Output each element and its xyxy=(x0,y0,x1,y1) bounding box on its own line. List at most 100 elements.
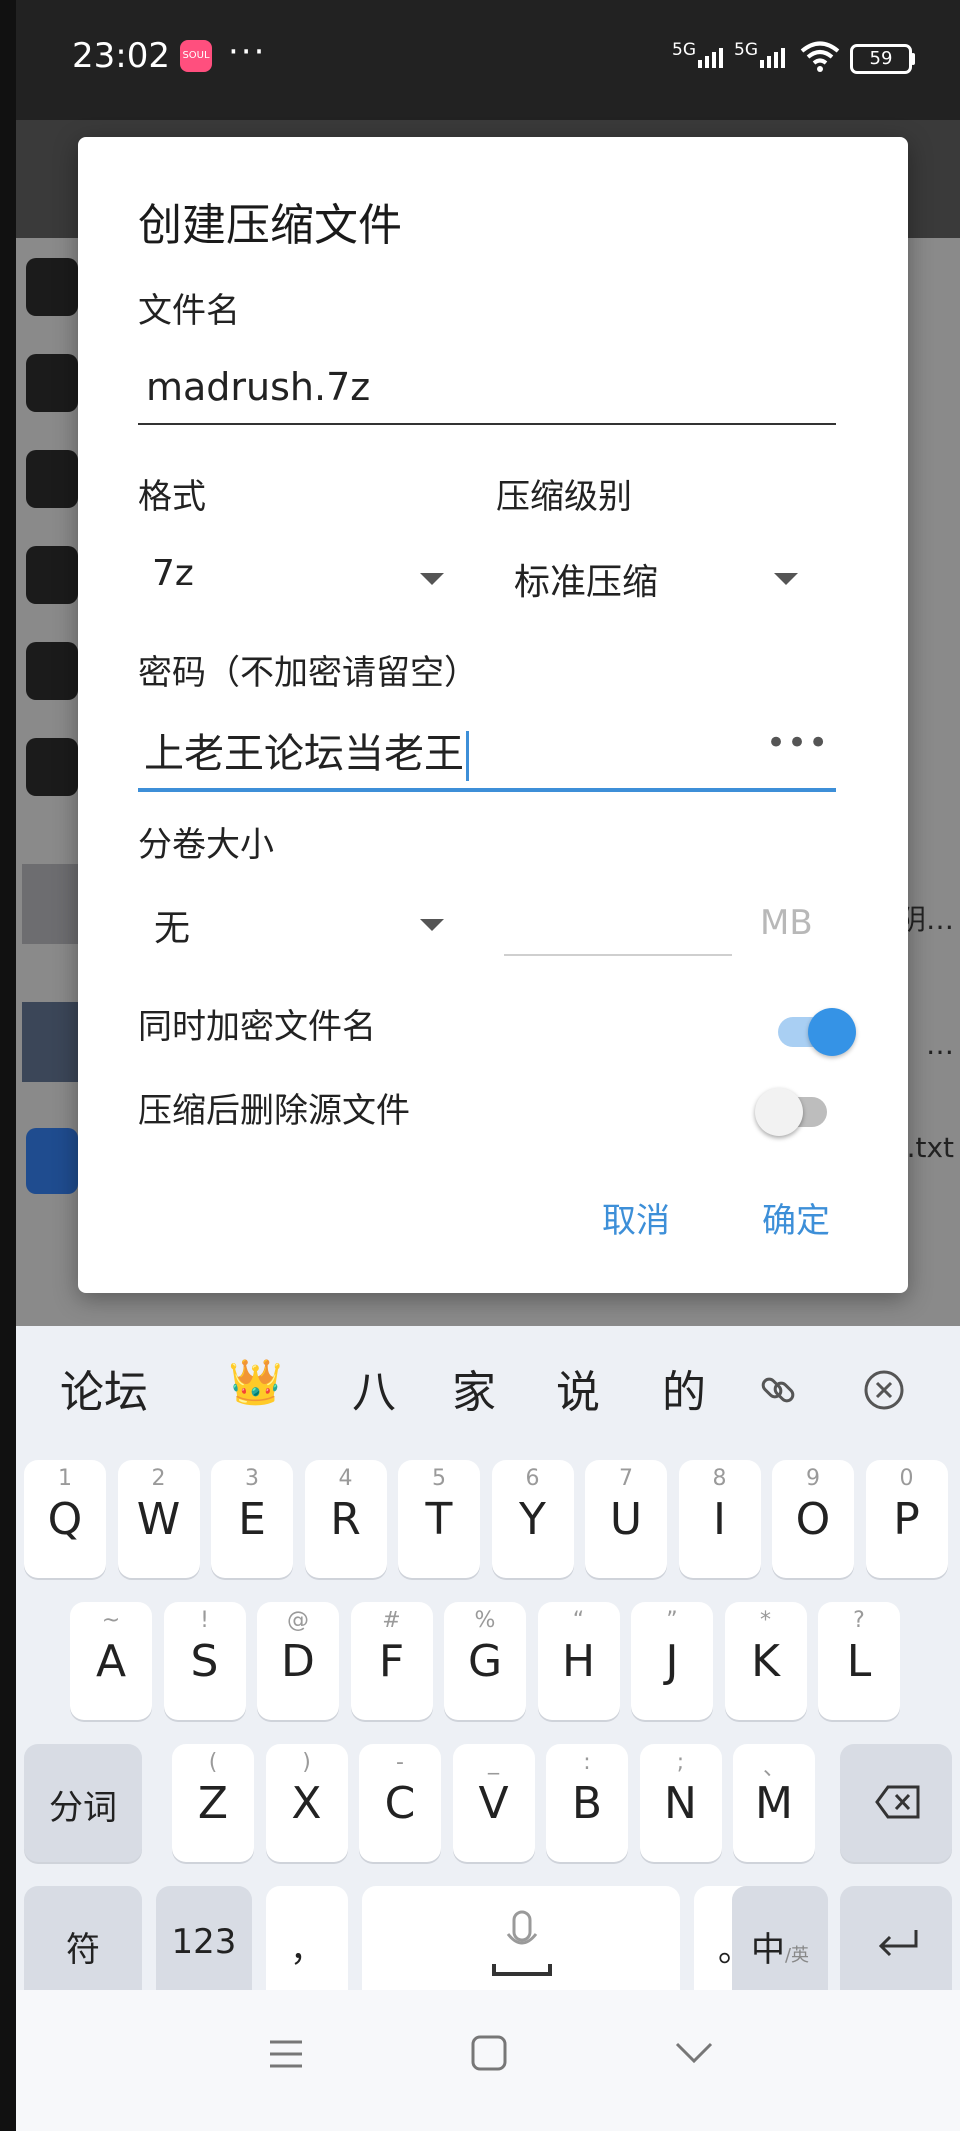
enter-key[interactable] xyxy=(840,1886,952,2004)
split-size-input[interactable] xyxy=(504,954,732,956)
key-label: D xyxy=(281,1636,315,1687)
key-label: Q xyxy=(47,1494,83,1545)
key-c[interactable]: -C xyxy=(359,1744,441,1862)
key-n[interactable]: ; N xyxy=(639,1744,722,1862)
key-f[interactable]: # F xyxy=(350,1602,433,1720)
battery-tip xyxy=(911,53,915,65)
chevron-down-icon[interactable] xyxy=(774,573,798,585)
list-item: … xyxy=(926,1028,954,1061)
key-label: L xyxy=(846,1636,872,1687)
key-j[interactable]: ” J xyxy=(631,1602,713,1720)
key-u[interactable]: 7U xyxy=(585,1460,667,1578)
folder-icon xyxy=(26,354,78,412)
app-notification-icon: SOUL xyxy=(180,40,212,72)
key-hint: - xyxy=(396,1750,404,1775)
key-label: Y xyxy=(519,1494,546,1545)
ok-button[interactable]: 确定 xyxy=(762,1193,830,1242)
folder-icon xyxy=(26,546,78,604)
key-y[interactable]: 6Y xyxy=(491,1460,574,1578)
back-chevron-icon[interactable] xyxy=(674,2040,714,2066)
sim2-network-type: 5G xyxy=(734,40,758,60)
key-x[interactable]: ) X xyxy=(265,1744,348,1862)
key-label: I xyxy=(713,1494,726,1545)
key-z[interactable]: (Z xyxy=(172,1744,254,1862)
suggestion-item[interactable]: 八 xyxy=(352,1356,396,1420)
key-hint: 4 xyxy=(338,1466,353,1491)
filename-input[interactable]: madrush.7z xyxy=(146,365,370,409)
delete-source-toggle[interactable] xyxy=(755,1088,827,1136)
key-label: M xyxy=(755,1778,793,1829)
language-switch-key[interactable]: 中/英 xyxy=(732,1886,828,2004)
key-m[interactable]: 、 M xyxy=(733,1744,815,1862)
key-hint: 6 xyxy=(525,1466,540,1491)
chevron-down-icon[interactable] xyxy=(420,919,444,931)
key-v[interactable]: _ V xyxy=(452,1744,535,1862)
key-k[interactable]: * K xyxy=(724,1602,807,1720)
key-label: G xyxy=(467,1636,503,1687)
numbers-key[interactable]: 123 xyxy=(156,1886,252,2004)
key-d[interactable]: @ D xyxy=(257,1602,339,1720)
key-w[interactable]: 2W xyxy=(117,1460,200,1578)
key-label: A xyxy=(95,1636,127,1687)
key-label: Z xyxy=(197,1778,229,1829)
suggestion-item[interactable]: 家 xyxy=(452,1356,496,1420)
key-label: J xyxy=(665,1636,679,1687)
key-label: E xyxy=(238,1494,266,1545)
toggle-knob xyxy=(808,1008,856,1056)
key-label: B xyxy=(571,1778,603,1829)
key-h[interactable]: “H xyxy=(537,1602,620,1720)
key-t[interactable]: 5T xyxy=(398,1460,480,1578)
split-size-select[interactable]: 无 xyxy=(154,899,190,951)
close-circle-icon[interactable] xyxy=(862,1368,906,1412)
dialog-title: 创建压缩文件 xyxy=(138,200,402,251)
suggestion-item[interactable]: 说 xyxy=(556,1356,600,1420)
link-icon[interactable] xyxy=(756,1368,800,1412)
key-hint: 0 xyxy=(899,1466,914,1491)
key-hint: # xyxy=(382,1608,401,1633)
key-hint: ? xyxy=(853,1608,865,1633)
format-select[interactable]: 7z xyxy=(152,553,194,594)
chevron-down-icon[interactable] xyxy=(420,573,444,585)
lang-sub-label: /英 xyxy=(784,1945,810,1966)
symbols-key[interactable]: 符 xyxy=(24,1886,142,2004)
key-b[interactable]: :B xyxy=(546,1744,628,1862)
key-q[interactable]: 1Q xyxy=(24,1460,106,1578)
suggestion-item[interactable]: 论坛 xyxy=(60,1356,148,1420)
encrypt-filenames-toggle[interactable] xyxy=(778,1008,856,1056)
key-hint: ~ xyxy=(101,1608,121,1633)
suggestion-item[interactable]: 的 xyxy=(662,1356,706,1420)
segment-key[interactable]: 分词 xyxy=(24,1744,142,1862)
text-cursor xyxy=(466,731,469,781)
comma-key[interactable]: ， xyxy=(266,1886,348,2004)
compression-level-select[interactable]: 标准压缩 xyxy=(514,553,658,605)
key-o[interactable]: 9O xyxy=(772,1460,854,1578)
list-item: .txt xyxy=(906,1131,954,1164)
cancel-button[interactable]: 取消 xyxy=(602,1193,670,1242)
menu-icon[interactable] xyxy=(268,2038,304,2070)
home-square-icon[interactable] xyxy=(470,2034,508,2072)
key-l[interactable]: ? L xyxy=(818,1602,900,1720)
password-visibility-icon[interactable]: ••• xyxy=(766,723,829,763)
key-i[interactable]: 8I xyxy=(678,1460,761,1578)
filename-label: 文件名 xyxy=(138,291,240,331)
key-label: K xyxy=(751,1636,780,1687)
key-label: N xyxy=(664,1778,697,1829)
space-key[interactable] xyxy=(362,1886,680,2004)
key-r[interactable]: 4R xyxy=(304,1460,387,1578)
key-hint: 5 xyxy=(432,1466,446,1491)
key-a[interactable]: ~ A xyxy=(70,1602,152,1720)
key-p[interactable]: 0P xyxy=(865,1460,948,1578)
key-e[interactable]: 3E xyxy=(211,1460,293,1578)
split-size-label: 分卷大小 xyxy=(138,825,274,865)
split-size-unit: MB xyxy=(760,903,813,943)
key-label: W xyxy=(136,1494,181,1545)
key-g[interactable]: % G xyxy=(444,1602,526,1720)
key-s[interactable]: ! S xyxy=(163,1602,246,1720)
key-hint: ( xyxy=(208,1750,218,1775)
crown-emoji[interactable]: 👑 xyxy=(228,1356,283,1408)
folder-icon xyxy=(26,738,78,796)
key-hint: 8 xyxy=(712,1466,727,1491)
password-input[interactable]: 上老王论坛当老王 xyxy=(144,721,469,781)
key-hint: ” xyxy=(666,1608,678,1633)
backspace-key[interactable] xyxy=(840,1744,952,1862)
